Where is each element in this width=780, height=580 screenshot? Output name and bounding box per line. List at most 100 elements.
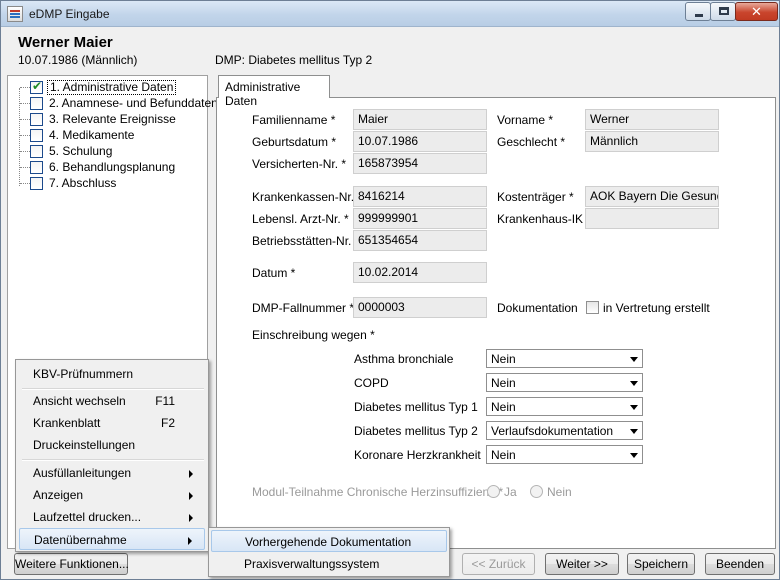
krankenkassen-nr-field[interactable]: 8416214	[353, 186, 487, 207]
menu-item-label: Druckeinstellungen	[33, 438, 136, 452]
submenu-arrow-icon	[189, 470, 193, 478]
einschreibung-asthma-label: Asthma bronchiale	[354, 352, 454, 366]
menu-item-laufzettel-drucken[interactable]: Laufzettel drucken...	[19, 506, 205, 528]
modul-nein-label: Nein	[547, 485, 572, 499]
dokumentation-label: Dokumentation	[497, 301, 578, 315]
modul-herzinsuffizienz-label: Modul-Teilnahme Chronische Herzinsuffizi…	[252, 485, 504, 499]
select-value: Nein	[491, 352, 516, 366]
menu-item-label: Ansicht wechseln	[33, 394, 126, 408]
submenu-arrow-icon	[188, 537, 192, 545]
title-bar[interactable]: eDMP Eingabe ✕	[1, 1, 779, 27]
menu-item-ansicht-wechseln[interactable]: Ansicht wechseln F11	[19, 390, 205, 412]
patient-info: 10.07.1986 (Männlich)	[18, 53, 138, 67]
kostentraeger-label: Kostenträger *	[497, 190, 574, 204]
krankenhaus-ik-label: Krankenhaus-IK *	[497, 212, 592, 226]
checked-checkbox-icon[interactable]	[30, 79, 43, 94]
familienname-label: Familienname *	[252, 113, 336, 127]
asthma-select[interactable]: Nein	[486, 349, 643, 368]
menu-item-label: Praxisverwaltungssystem	[244, 557, 380, 571]
copd-select[interactable]: Nein	[486, 373, 643, 392]
krankenkassen-nr-label: Krankenkassen-Nr. *	[252, 190, 363, 204]
speichern-button[interactable]: Speichern	[627, 553, 695, 575]
select-value: Nein	[491, 448, 516, 462]
submenu-item-praxisverwaltungssystem[interactable]: Praxisverwaltungssystem	[211, 553, 447, 575]
window-title: eDMP Eingabe	[29, 7, 110, 21]
krankenhaus-ik-field[interactable]	[585, 208, 719, 229]
tree-item-label: 3. Relevante Ereignisse	[49, 112, 176, 126]
maximize-icon	[719, 7, 729, 15]
minimize-icon	[695, 14, 703, 17]
menu-item-label: Vorhergehende Dokumentation	[245, 535, 412, 549]
diabetes-typ1-select[interactable]: Nein	[486, 397, 643, 416]
einschreibung-dm1-label: Diabetes mellitus Typ 1	[354, 400, 478, 414]
tab-administrative-daten[interactable]: Administrative Daten	[218, 75, 330, 108]
menu-item-datenuebernahme[interactable]: Datenübernahme	[19, 528, 205, 550]
edmp-window: eDMP Eingabe ✕ Werner Maier 10.07.1986 (…	[0, 0, 780, 580]
einschreibung-label: Einschreibung wegen *	[252, 328, 375, 342]
geschlecht-field[interactable]: Männlich	[585, 131, 719, 152]
einschreibung-copd-label: COPD	[354, 376, 389, 390]
diabetes-typ2-select[interactable]: Verlaufsdokumentation	[486, 421, 643, 440]
menu-item-druckeinstellungen[interactable]: Druckeinstellungen	[19, 434, 205, 456]
checkbox-icon[interactable]	[30, 129, 43, 142]
zurueck-button[interactable]: << Zurück	[462, 553, 535, 575]
tree-item-label: 5. Schulung	[49, 144, 113, 158]
einschreibung-dm2-label: Diabetes mellitus Typ 2	[354, 424, 478, 438]
select-value: Verlaufsdokumentation	[491, 424, 614, 438]
select-value: Nein	[491, 376, 516, 390]
beenden-button[interactable]: Beenden	[705, 553, 775, 575]
checkbox-icon[interactable]	[30, 161, 43, 174]
kostentraeger-field[interactable]: AOK Bayern Die Gesundh.	[585, 186, 719, 207]
menu-shortcut: F11	[155, 394, 175, 408]
weitere-funktionen-button[interactable]: Weitere Funktionen...	[14, 553, 129, 575]
menu-shortcut: F2	[160, 416, 175, 430]
vorname-field[interactable]: Werner	[585, 109, 719, 130]
menu-item-label: KBV-Prüfnummern	[33, 367, 134, 381]
checkbox-icon[interactable]	[30, 113, 43, 126]
minimize-button[interactable]	[685, 2, 711, 21]
tree-item-label: 4. Medikamente	[49, 128, 135, 142]
menu-item-krankenblatt[interactable]: Krankenblatt F2	[19, 412, 205, 434]
datum-field[interactable]: 10.02.2014	[353, 262, 487, 283]
dropdown-arrow-icon	[630, 381, 638, 386]
submenu-item-vorhergehende-dokumentation[interactable]: Vorhergehende Dokumentation	[211, 530, 447, 552]
lebensl-arzt-nr-field[interactable]: 999999901	[353, 208, 487, 229]
weiter-button[interactable]: Weiter >>	[545, 553, 619, 575]
vertretung-checkbox-label: in Vertretung erstellt	[603, 301, 710, 315]
dropdown-arrow-icon	[630, 405, 638, 410]
versicherten-nr-field[interactable]: 165873954	[353, 153, 487, 174]
checkbox-icon[interactable]	[30, 145, 43, 158]
khk-select[interactable]: Nein	[486, 445, 643, 464]
modul-ja-radio[interactable]	[487, 485, 500, 498]
submenu-arrow-icon	[189, 514, 193, 522]
vorname-label: Vorname *	[497, 113, 554, 127]
einschreibung-khk-label: Koronare Herzkrankheit	[354, 448, 481, 462]
close-icon: ✕	[751, 4, 762, 19]
menu-item-kbv-pruefnummern[interactable]: KBV-Prüfnummern	[19, 363, 205, 385]
menu-item-label: Datenübernahme	[34, 533, 127, 547]
menu-item-label: Anzeigen	[33, 488, 84, 502]
menu-item-ausfuellanleitungen[interactable]: Ausfüllanleitungen	[19, 462, 205, 484]
dmp-fallnummer-label: DMP-Fallnummer *	[252, 301, 355, 315]
geburtsdatum-field[interactable]: 10.07.1986	[353, 131, 487, 152]
tree-item-label: 1. Administrative Daten	[47, 80, 177, 95]
checkbox-icon[interactable]	[30, 97, 43, 110]
datum-label: Datum *	[252, 266, 296, 280]
menu-separator	[22, 459, 204, 461]
menu-item-anzeigen[interactable]: Anzeigen	[19, 484, 205, 506]
tree-item-label: 2. Anamnese- und Befunddaten	[49, 96, 218, 110]
dropdown-arrow-icon	[630, 357, 638, 362]
familienname-field[interactable]: Maier	[353, 109, 487, 130]
betriebsstaetten-nr-field[interactable]: 651354654	[353, 230, 487, 251]
close-button[interactable]: ✕	[735, 2, 778, 21]
app-icon	[7, 6, 23, 22]
dropdown-arrow-icon	[630, 453, 638, 458]
tree-item-label: 6. Behandlungsplanung	[49, 160, 176, 174]
maximize-button[interactable]	[710, 2, 736, 21]
checkbox-icon[interactable]	[30, 177, 43, 190]
vertretung-checkbox[interactable]	[586, 301, 599, 314]
menu-item-label: Ausfüllanleitungen	[33, 466, 132, 480]
dmp-label: DMP: Diabetes mellitus Typ 2	[215, 53, 373, 67]
dmp-fallnummer-field[interactable]: 0000003	[353, 297, 487, 318]
modul-nein-radio[interactable]	[530, 485, 543, 498]
